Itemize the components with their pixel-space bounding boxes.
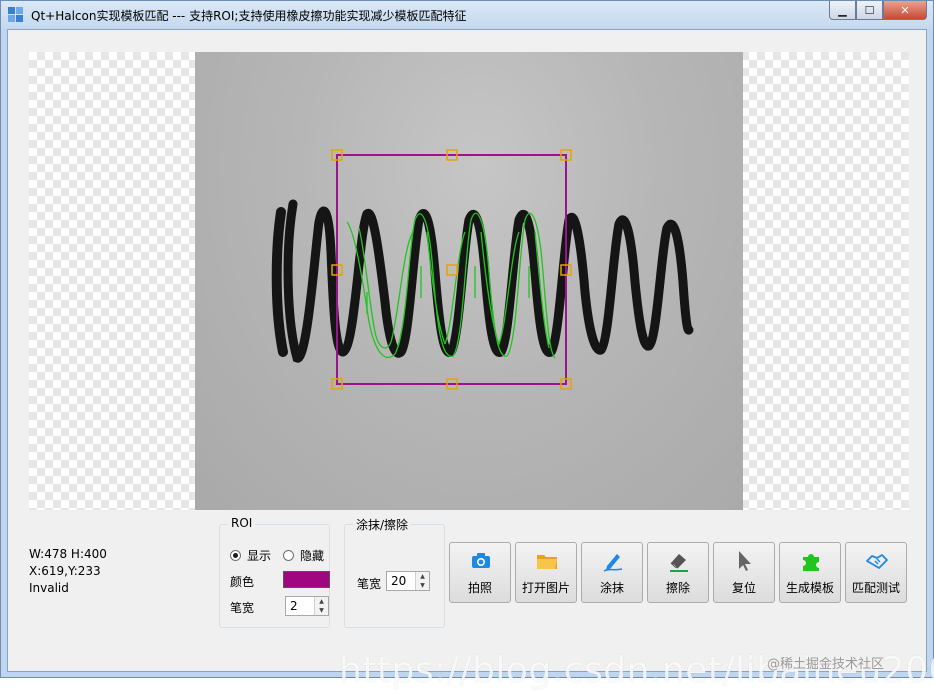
paint-pen-width-value: 20 <box>391 574 407 588</box>
spin-up-icon[interactable]: ▲ <box>315 597 328 606</box>
erase-button-label: 擦除 <box>665 581 690 595</box>
puzzle-icon <box>803 554 819 571</box>
spin-down-icon[interactable]: ▼ <box>416 581 429 590</box>
roi-hide-radio[interactable]: 隐藏 <box>283 547 324 564</box>
paint-button[interactable]: 涂抹 <box>581 542 643 603</box>
paint-pen-width-spinbox[interactable]: 20 ▲ ▼ <box>386 571 430 591</box>
pixel-status-text: Invalid <box>29 581 69 595</box>
capture-button-label: 拍照 <box>467 581 492 595</box>
reset-button-label: 复位 <box>731 581 756 595</box>
window-title: Qt+Halcon实现模板匹配 --- 支持ROI;支持使用橡皮擦功能实现减少模… <box>31 9 467 23</box>
match-test-button[interactable]: 匹配测试 <box>845 542 907 603</box>
camera-icon <box>472 553 490 568</box>
roi-pen-width-value: 2 <box>290 599 298 613</box>
capture-button[interactable]: 拍照 <box>449 542 511 603</box>
roi-show-radio[interactable]: 显示 <box>230 547 271 564</box>
erase-button[interactable]: 擦除 <box>647 542 709 603</box>
spin-down-icon[interactable]: ▼ <box>315 606 328 615</box>
roi-group-title: ROI <box>228 516 256 530</box>
handshake-icon <box>866 554 888 569</box>
minimize-button[interactable]: ▁ <box>829 1 856 20</box>
roi-show-label: 显示 <box>247 549 272 563</box>
status-panel: W:478 H:400 X:619,Y:233 Invalid <box>29 546 107 597</box>
cursor-icon <box>739 551 751 571</box>
roi-group: ROI 显示 隐藏 颜色 笔宽 2 ▲ ▼ <box>219 516 330 628</box>
paint-button-label: 涂抹 <box>599 581 624 595</box>
image-overlay <box>271 149 694 390</box>
image-size-text: W:478 H:400 <box>29 547 107 561</box>
create-model-button[interactable]: 生成模板 <box>779 542 841 603</box>
eraser-icon <box>670 554 688 572</box>
roi-color-label: 颜色 <box>230 575 255 589</box>
paint-group: 涂抹/擦除 笔宽 20 ▲ ▼ <box>344 516 445 628</box>
spin-up-icon[interactable]: ▲ <box>416 572 429 581</box>
roi-pen-width-spinbox[interactable]: 2 ▲ ▼ <box>285 596 329 616</box>
match-test-button-label: 匹配测试 <box>851 581 900 595</box>
reset-button[interactable]: 复位 <box>713 542 775 603</box>
roi-hide-label: 隐藏 <box>300 549 325 563</box>
open-image-button[interactable]: 打开图片 <box>515 542 577 603</box>
pen-icon <box>603 554 623 572</box>
community-watermark: @稀土掘金技术社区 <box>767 657 885 672</box>
main-panel: W:478 H:400 X:619,Y:233 Invalid ROI 显示 隐… <box>7 29 934 691</box>
maximize-button[interactable]: ☐ <box>856 1 883 20</box>
open-image-button-label: 打开图片 <box>521 581 570 595</box>
close-button[interactable]: ✕ <box>883 1 927 20</box>
radio-checked-icon <box>230 550 241 561</box>
paint-group-title: 涂抹/擦除 <box>353 516 412 533</box>
app-icon <box>8 7 24 23</box>
cursor-coords-text: X:619,Y:233 <box>29 564 101 578</box>
roi-color-swatch[interactable] <box>283 571 330 588</box>
roi-pen-width-label: 笔宽 <box>230 601 255 615</box>
radio-unchecked-icon <box>283 550 294 561</box>
title-bar[interactable]: Qt+Halcon实现模板匹配 --- 支持ROI;支持使用橡皮擦功能实现减少模… <box>1 1 933 29</box>
paint-pen-width-label: 笔宽 <box>357 577 382 591</box>
create-model-button-label: 生成模板 <box>785 581 834 595</box>
folder-icon <box>537 555 557 569</box>
app-window: Qt+Halcon实现模板匹配 --- 支持ROI;支持使用橡皮擦功能实现减少模… <box>0 0 934 691</box>
image-view[interactable] <box>29 52 909 510</box>
